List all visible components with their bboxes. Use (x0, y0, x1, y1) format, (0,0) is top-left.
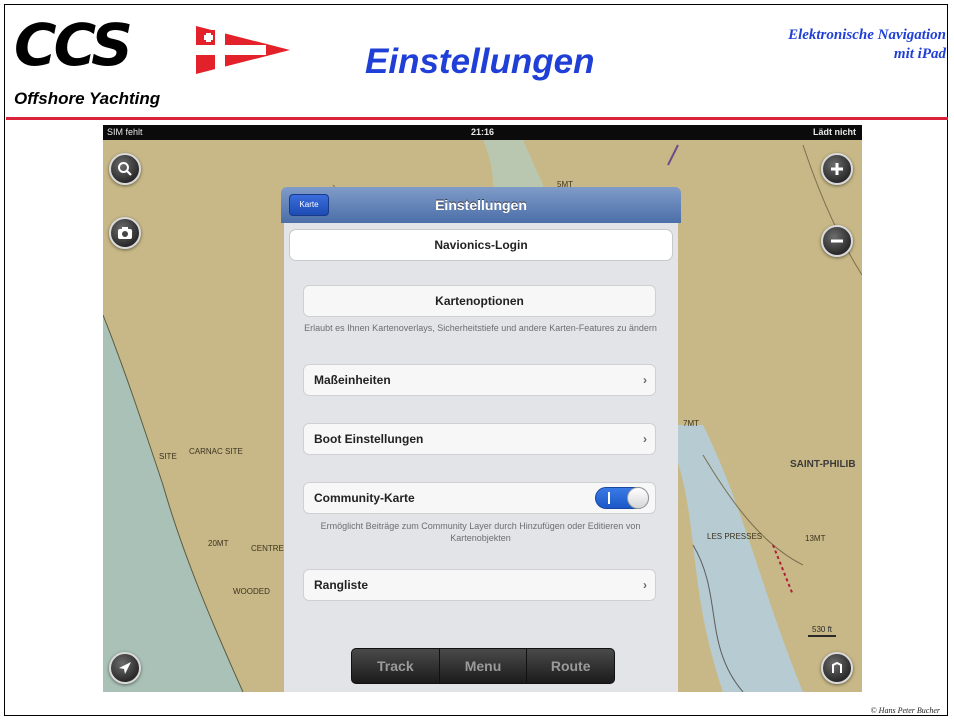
ccs-logo: CCS (14, 11, 133, 79)
menu-button[interactable]: Menu (440, 649, 528, 683)
header-topic-line1: Elektronische Navigation (788, 27, 946, 43)
map-label: 20MT (208, 539, 229, 548)
boat-settings-label: Boot Einstellungen (314, 432, 424, 446)
ranking-row[interactable]: Rangliste › (303, 569, 656, 601)
navionics-login-button[interactable]: Navionics-Login (289, 229, 673, 261)
map-label: SITE (159, 452, 177, 461)
swiss-pennant-icon (196, 26, 290, 74)
chevron-right-icon: › (643, 373, 647, 387)
map-label: WOODED (233, 587, 270, 596)
chevron-right-icon: › (643, 578, 647, 592)
community-map-toggle[interactable] (595, 487, 649, 509)
toggle-on-mark (608, 492, 610, 504)
settings-popover: Einstellungen Karte Navionics-Login Kart… (281, 187, 681, 692)
popover-title: Einstellungen (435, 197, 527, 213)
logo-subtitle: Offshore Yachting (14, 89, 161, 108)
copyright: © Hans Peter Bucher (870, 706, 940, 715)
clock: 21:16 (470, 127, 495, 137)
chart-settings-icon (832, 661, 842, 673)
camera-button[interactable] (109, 217, 141, 249)
community-map-description: Ermöglicht Beiträge zum Community Layer … (320, 521, 641, 543)
community-map-label: Community-Karte (314, 491, 415, 505)
chart-settings-button[interactable] (821, 652, 853, 684)
settings-list: Navionics-Login Kartenoptionen Erlaubt e… (284, 223, 678, 692)
zoom-out-icon (831, 239, 843, 243)
units-row[interactable]: Maßeinheiten › (303, 364, 656, 396)
map-label: LES PRESSES (707, 532, 763, 541)
camera-icon (118, 227, 132, 239)
ios-status-bar: SIM fehlt 21:16 Lädt nicht (103, 125, 862, 140)
locate-button[interactable] (109, 652, 141, 684)
units-label: Maßeinheiten (314, 373, 391, 387)
locate-arrow-icon (119, 662, 131, 674)
header-divider (6, 117, 948, 120)
header-topic-line2: mit iPad (893, 46, 946, 62)
ranking-label: Rangliste (314, 578, 369, 592)
search-button[interactable] (109, 153, 141, 185)
ipad-screen: SIM fehlt 21:16 Lädt nicht SITE CARNAC S… (103, 125, 862, 692)
search-icon (118, 162, 132, 176)
map-label: 13MT (805, 534, 826, 543)
zoom-in-icon (831, 163, 843, 175)
map-options-button[interactable]: Kartenoptionen (303, 285, 656, 317)
route-button[interactable]: Route (527, 649, 614, 683)
map-label: 7MT (683, 419, 699, 428)
chevron-right-icon: › (643, 432, 647, 446)
back-to-map-button[interactable]: Karte (289, 194, 329, 216)
header-topic: Elektronische Navigation mit iPad (788, 26, 946, 64)
battery-status: Lädt nicht (813, 127, 856, 137)
map-scale: 530 ft (808, 625, 837, 637)
community-map-row: Community-Karte (303, 482, 656, 514)
bottom-toolbar: Track Menu Route (351, 648, 615, 684)
zoom-in-button[interactable] (821, 153, 853, 185)
map-options-description: Erlaubt es Ihnen Kartenoverlays, Sicherh… (304, 323, 657, 333)
slide-title: Einstellungen (365, 42, 595, 81)
map-label: SAINT-PHILIB (790, 459, 856, 470)
map-label: CARNAC SITE (189, 447, 243, 456)
toggle-knob (627, 487, 649, 509)
zoom-out-button[interactable] (821, 225, 853, 257)
track-button[interactable]: Track (352, 649, 440, 683)
boat-settings-row[interactable]: Boot Einstellungen › (303, 423, 656, 455)
